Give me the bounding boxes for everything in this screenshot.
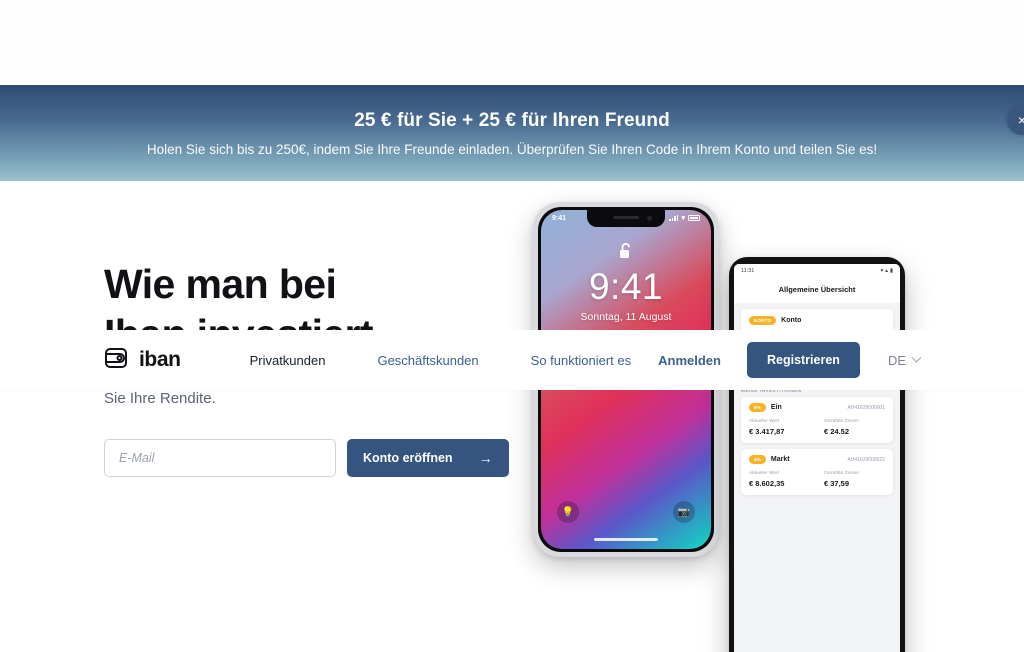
chevron-down-icon <box>911 352 922 363</box>
arrow-right-icon: → <box>478 450 493 466</box>
promo-title: 25 € für Sie + 25 € für Ihren Freund <box>354 109 670 131</box>
language-code: DE <box>887 352 906 368</box>
ios-status-bar: 9:41 ▾ <box>541 214 711 222</box>
open-account-button[interactable]: Konto eröffnen → <box>347 439 509 477</box>
hero-section: Wie man bei Iban investiert Sie Ihre Ren… <box>0 181 1024 652</box>
battery-icon <box>688 215 700 221</box>
home-indicator <box>594 538 658 541</box>
close-icon[interactable]: × <box>1007 105 1024 135</box>
investment-id: AH41629000001 <box>847 404 885 411</box>
investment-interest-label: Gezahlte Zinsen <box>824 471 859 476</box>
android-status-bar: 11:31 ▾ ▴ ▮ <box>734 264 900 277</box>
investment-value-label: Aktueller Wert <box>749 419 780 424</box>
top-navigation-bar: iban Privatkunden Geschäftskunden So fun… <box>0 330 1024 390</box>
lockscreen-date: Sonntag, 11 August <box>580 311 672 323</box>
nav-item-so-funktioniert-es[interactable]: So funktioniert es <box>505 353 657 368</box>
ios-status-time: 9:41 <box>552 214 567 222</box>
list-item[interactable]: 4% Markt AH41629000022 Aktueller Wert € … <box>741 449 893 495</box>
wifi-icon: ▾ <box>880 267 884 274</box>
battery-icon: ▮ <box>889 267 893 274</box>
nav-item-privatkunden[interactable]: Privatkunden <box>224 353 352 368</box>
account-name: Konto <box>781 317 802 324</box>
nav-item-geschaeftskunden[interactable]: Geschäftskunden <box>351 353 504 368</box>
hero-subline: Sie Ihre Rendite. <box>104 390 216 407</box>
signup-form: Konto eröffnen → <box>104 439 509 477</box>
wifi-icon: ▾ <box>681 215 685 222</box>
investment-name: Markt <box>770 456 790 463</box>
sign-in-link[interactable]: Anmelden <box>658 353 747 368</box>
unlocked-padlock-icon <box>619 242 634 265</box>
android-status-time: 11:31 <box>741 267 755 274</box>
open-account-label: Konto eröffnen <box>363 451 453 465</box>
investment-id: AH41629000022 <box>847 456 885 463</box>
investment-value: € 8.602,35 <box>749 479 785 488</box>
investment-interest-label: Gezahlte Zinsen <box>824 419 859 424</box>
register-button[interactable]: Registrieren <box>746 342 860 378</box>
nav-actions: Anmelden Registrieren DE <box>658 342 922 378</box>
signal-icon: ▴ <box>885 267 888 274</box>
android-app-screen: 11:31 ▾ ▴ ▮ Allgemeine Übersicht KONTO K… <box>734 264 900 652</box>
investment-value-label: Aktueller Wert <box>749 471 780 476</box>
investment-value: € 3.417,87 <box>749 427 785 436</box>
investment-rate-badge: 4% <box>749 455 766 464</box>
promo-subtitle: Holen Sie sich bis zu 250€, indem Sie Ih… <box>146 141 878 157</box>
investment-name: Ein <box>770 404 782 411</box>
page-top-whitespace <box>0 0 1024 85</box>
signal-icon <box>669 215 679 221</box>
android-screen-title: Allgemeine Übersicht <box>734 277 900 303</box>
nav-links: Privatkunden Geschäftskunden So funktion… <box>224 353 658 368</box>
investment-rate-badge: 5% <box>749 403 766 412</box>
brand-logo[interactable]: iban <box>104 346 181 375</box>
camera-icon[interactable]: 📷 <box>673 501 695 523</box>
account-badge: KONTO <box>749 316 777 325</box>
lockscreen-time: 9:41 <box>588 266 663 307</box>
list-item[interactable]: 5% Ein AH41629000001 Aktueller Wert € 3.… <box>741 397 893 443</box>
brand-name: iban <box>139 348 181 371</box>
wallet-icon <box>104 346 130 375</box>
investment-interest: € 24.52 <box>824 427 850 436</box>
landing-page: 25 € für Sie + 25 € für Ihren Freund Hol… <box>0 0 1024 652</box>
android-mockup: 11:31 ▾ ▴ ▮ Allgemeine Übersicht KONTO K… <box>729 257 905 652</box>
email-field[interactable] <box>104 439 336 477</box>
investment-interest: € 37,59 <box>824 479 850 488</box>
hero-headline-line1: Wie man bei <box>104 261 337 307</box>
flashlight-icon[interactable]: 💡 <box>557 501 579 523</box>
promo-banner: 25 € für Sie + 25 € für Ihren Freund Hol… <box>0 85 1024 181</box>
language-selector[interactable]: DE <box>887 352 922 368</box>
